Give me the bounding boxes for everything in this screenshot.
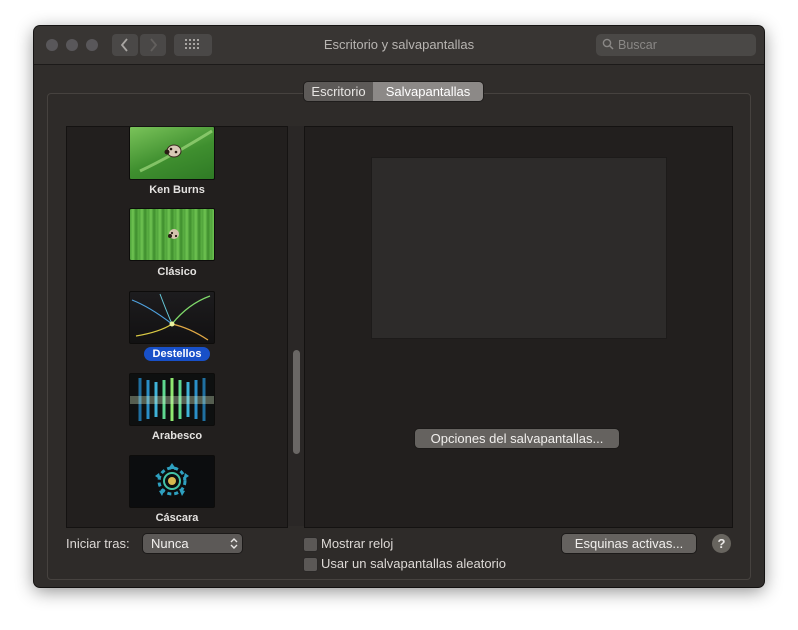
- arabesque-lights-icon: [130, 378, 214, 421]
- screensaver-thumbnail[interactable]: [129, 208, 215, 261]
- help-button[interactable]: ?: [712, 534, 731, 553]
- random-screensaver-label: Usar un salvapantallas aleatorio: [321, 556, 506, 571]
- search-field[interactable]: Buscar: [596, 34, 756, 56]
- screensaver-thumbnail[interactable]: [129, 455, 215, 508]
- screensaver-label: Ken Burns: [149, 184, 205, 196]
- screensaver-thumbnail[interactable]: [129, 127, 215, 180]
- screensaver-label-selected: Destellos: [67, 347, 287, 361]
- hot-corners-button[interactable]: Esquinas activas...: [562, 534, 696, 553]
- screensaver-thumbnail[interactable]: [129, 291, 215, 344]
- start-after-popup[interactable]: Nunca: [143, 534, 242, 553]
- preferences-window: Escritorio y salvapantallas Buscar Escri…: [34, 26, 764, 587]
- screensaver-list[interactable]: Ken Burns Clásico Destellos Arabesco Cás…: [66, 126, 288, 528]
- start-after-value: Nunca: [151, 536, 189, 551]
- chevron-updown-icon: [230, 538, 238, 549]
- shell-flower-icon: [155, 463, 189, 496]
- ladybug-photo-icon: [139, 129, 213, 173]
- screensaver-thumbnail[interactable]: [129, 373, 215, 426]
- tab-bar: Escritorio Salvapantallas: [304, 82, 483, 101]
- random-screensaver-checkbox[interactable]: [303, 557, 318, 572]
- screensaver-options-button[interactable]: Opciones del salvapantallas...: [415, 429, 619, 448]
- start-after-label: Iniciar tras:: [66, 536, 130, 551]
- title-bar: Escritorio y salvapantallas Buscar: [34, 26, 764, 65]
- search-icon: [602, 38, 614, 50]
- tab-salvapantallas[interactable]: Salvapantallas: [373, 82, 483, 101]
- screensaver-label: Arabesco: [151, 430, 203, 442]
- preview-screen: [371, 157, 667, 339]
- tab-escritorio[interactable]: Escritorio: [304, 82, 373, 101]
- show-clock-checkbox[interactable]: [303, 537, 318, 552]
- scrollbar-thumb[interactable]: [293, 350, 300, 454]
- search-placeholder: Buscar: [618, 38, 657, 52]
- list-scrollbar[interactable]: [287, 126, 305, 526]
- screensaver-label: Clásico: [157, 266, 197, 278]
- selected-label: Destellos: [143, 347, 211, 361]
- preview-area: Opciones del salvapantallas...: [304, 126, 733, 528]
- ladybug-grass-photo-icon: [168, 229, 179, 239]
- screensaver-label: Cáscara: [155, 512, 199, 524]
- show-clock-label: Mostrar reloj: [321, 536, 394, 551]
- flurry-streaks-icon: [131, 293, 211, 341]
